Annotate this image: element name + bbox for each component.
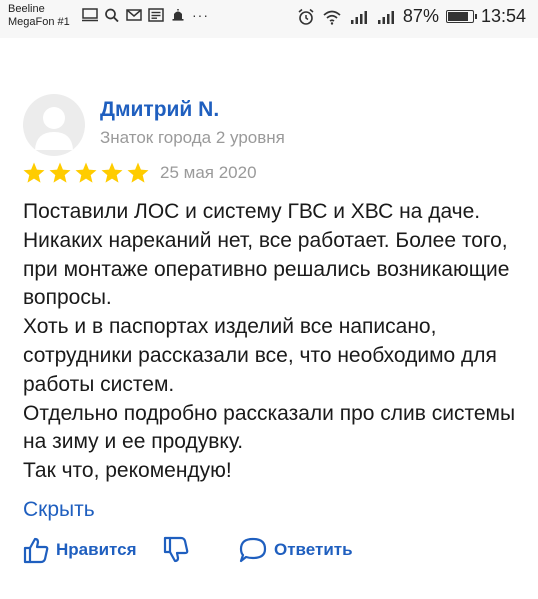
- news-icon: [148, 8, 164, 22]
- hide-link[interactable]: Скрыть: [23, 498, 95, 522]
- star-icon: [23, 162, 45, 183]
- star-icon: [75, 162, 97, 183]
- wifi-icon: [323, 10, 341, 25]
- avatar[interactable]: [23, 94, 85, 156]
- dislike-button[interactable]: [162, 536, 190, 564]
- like-label: Нравится: [56, 540, 137, 559]
- reply-label: Ответить: [274, 540, 353, 559]
- rating-stars: [22, 161, 150, 185]
- status-bar: Beeline MegaFon #1 ··· 87% 13:54: [0, 0, 538, 38]
- signal-icon: [350, 10, 367, 24]
- thumbs-up-icon: [23, 537, 49, 564]
- alarm-icon: [298, 8, 314, 25]
- review-date: 25 мая 2020: [160, 163, 257, 182]
- star-icon: [101, 162, 123, 183]
- signal-icon: [377, 10, 394, 24]
- reply-button[interactable]: Ответить: [238, 536, 353, 564]
- notification-icons: ···: [82, 7, 209, 23]
- notification-icon: [172, 9, 184, 21]
- battery-percent: 87%: [402, 6, 439, 26]
- author-level: Знаток города 2 уровня: [100, 128, 285, 147]
- search-icon: [105, 8, 119, 22]
- like-button[interactable]: Нравится: [22, 536, 137, 564]
- review-actions: Нравится Ответить: [22, 536, 522, 572]
- review-paragraph: Отдельно подробно рассказали про слив си…: [23, 401, 516, 454]
- mail-icon: [126, 9, 142, 21]
- carrier-line-1: Beeline: [8, 3, 45, 15]
- author-name[interactable]: Дмитрий N.: [100, 98, 219, 122]
- screen-icon: [82, 8, 98, 22]
- review-paragraph: Поставили ЛОС и систему ГВС и ХВС на дач…: [23, 200, 510, 310]
- thumbs-down-icon: [163, 536, 189, 563]
- carrier-info: Beeline MegaFon #1: [8, 3, 70, 29]
- star-icon: [49, 162, 71, 183]
- battery-icon: [445, 10, 477, 23]
- user-silhouette-icon: [35, 107, 73, 150]
- clock: 13:54: [480, 6, 526, 26]
- more-icon: ···: [192, 7, 209, 23]
- speech-bubble-icon: [239, 537, 267, 563]
- system-indicators: 87% 13:54: [297, 6, 526, 27]
- review-paragraph: Так что, рекомендую!: [23, 459, 232, 483]
- carrier-line-2: MegaFon #1: [8, 16, 70, 28]
- star-icon: [127, 162, 149, 183]
- review-paragraph: Хоть и в паспортах изделий все написано,…: [23, 315, 497, 396]
- review-text: Поставили ЛОС и систему ГВС и ХВС на дач…: [23, 198, 523, 486]
